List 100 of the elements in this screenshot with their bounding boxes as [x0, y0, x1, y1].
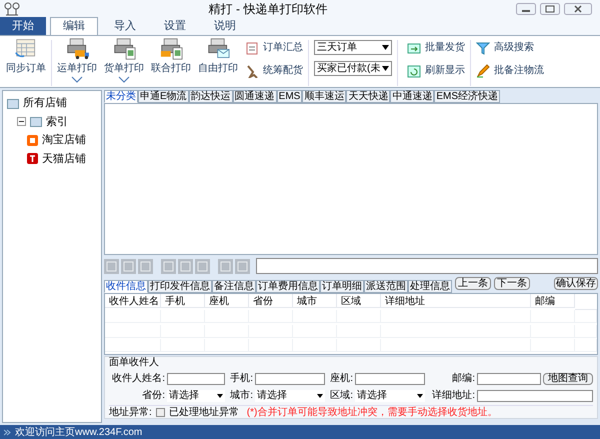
- column-header: 详细地址: [381, 294, 531, 308]
- dropdown-arrow-icon: [382, 66, 390, 71]
- window-title: 精打 - 快递单打印软件: [208, 0, 328, 18]
- dropdown-arrow-icon: [317, 394, 323, 398]
- field-label: 省份:: [141, 388, 165, 403]
- ribbon-tab[interactable]: 说明: [202, 17, 248, 35]
- map-search-button[interactable]: 地图查询: [543, 372, 593, 384]
- tab[interactable]: 订单费用信息: [256, 280, 320, 293]
- ribbon-button[interactable]: 运单打印: [55, 36, 99, 76]
- ribbon-tab[interactable]: 导入: [102, 17, 148, 35]
- tab[interactable]: 天天快递: [346, 90, 390, 103]
- column-header: 城市: [293, 294, 337, 308]
- table-cell: [337, 339, 381, 352]
- ribbon-tab[interactable]: 设置: [152, 17, 198, 35]
- close-icon[interactable]: [564, 2, 592, 14]
- ribbon-button[interactable]: 联合打印: [149, 36, 193, 76]
- printer-icon: [158, 38, 184, 60]
- dropdown-arrow-icon: [217, 394, 223, 398]
- table-cell: [531, 310, 575, 323]
- tab[interactable]: 收件信息: [104, 280, 148, 293]
- chevron-down-icon[interactable]: [71, 76, 83, 83]
- disabled-button-icon: [195, 258, 210, 274]
- field-label: 手机:: [229, 372, 253, 386]
- dropdown[interactable]: 请选择: [255, 390, 325, 402]
- input-field[interactable]: [256, 258, 598, 274]
- table-cell: [575, 339, 597, 352]
- table-cell: [249, 339, 293, 352]
- start-menu-button[interactable]: 开始: [0, 17, 46, 35]
- field-label: 收件人姓名:: [111, 372, 165, 386]
- dropdown-arrow-icon: [382, 45, 389, 50]
- checkbox[interactable]: [156, 408, 165, 417]
- maximize-icon[interactable]: [540, 2, 560, 14]
- ribbon-button[interactable]: 货单打印: [102, 36, 146, 76]
- disabled-button-icon: [235, 258, 250, 274]
- tree-item[interactable]: 索引: [46, 114, 68, 130]
- input-field[interactable]: [255, 372, 325, 384]
- tree-item[interactable]: 所有店铺: [23, 95, 67, 112]
- nav-button[interactable]: 上一条: [455, 277, 491, 290]
- column-header: 收件人姓名: [105, 294, 161, 308]
- collapse-icon[interactable]: [17, 117, 26, 126]
- shop-badge-icon: [27, 134, 38, 146]
- dropdown[interactable]: 请选择: [355, 390, 425, 402]
- tab[interactable]: 订单明细: [320, 280, 364, 293]
- table-cell: [205, 339, 249, 352]
- table-cell: [337, 310, 381, 323]
- save-button[interactable]: 确认保存: [554, 277, 598, 290]
- chevron-down-icon[interactable]: [118, 76, 130, 83]
- tab[interactable]: 打印发件信息: [148, 280, 212, 293]
- dropdown[interactable]: 请选择: [167, 390, 225, 402]
- group-title: 面单收件人: [109, 357, 160, 369]
- tab[interactable]: 未分类: [104, 90, 138, 103]
- tab[interactable]: 派送范围: [364, 280, 408, 293]
- dropdown-arrow-icon: [417, 394, 423, 398]
- tab[interactable]: 处理信息: [408, 280, 452, 293]
- table-cell: [531, 339, 575, 352]
- ribbon-tab[interactable]: 编辑: [50, 17, 98, 35]
- table-cell: [205, 310, 249, 323]
- checkbox-label[interactable]: 已处理地址异常: [168, 405, 239, 420]
- tab[interactable]: 顺丰速运: [302, 90, 346, 103]
- dropdown[interactable]: 三天订单: [314, 40, 392, 55]
- ribbon-link[interactable]: 批量发货: [407, 40, 465, 55]
- tab[interactable]: 备注信息: [212, 280, 256, 293]
- input-field[interactable]: [355, 372, 425, 384]
- disabled-button-icon: [121, 258, 136, 274]
- ribbon-button[interactable]: 同步订单: [4, 36, 48, 76]
- nav-button[interactable]: 下一条: [494, 277, 530, 290]
- input-field[interactable]: [167, 372, 225, 384]
- field-label: 邮编:: [451, 372, 475, 386]
- ribbon-link[interactable]: 批备注物流: [476, 63, 544, 78]
- table-cell: [105, 339, 161, 352]
- tree-item[interactable]: 淘宝店铺: [42, 132, 86, 148]
- input-field[interactable]: [477, 390, 593, 402]
- column-header: 省份: [249, 294, 293, 308]
- input-field[interactable]: [477, 372, 541, 384]
- tree-item[interactable]: 天猫店铺: [42, 150, 86, 167]
- dropdown[interactable]: 买家已付款(未: [314, 61, 392, 76]
- tab[interactable]: EMS: [276, 90, 302, 103]
- column-header: 手机: [161, 294, 205, 308]
- tab[interactable]: 申通E物流: [138, 90, 189, 103]
- refresh-icon: [407, 64, 421, 78]
- tab[interactable]: 中通速递: [390, 90, 434, 103]
- ribbon-link[interactable]: 刷新显示: [407, 63, 465, 78]
- ribbon-link[interactable]: 订单汇总: [245, 40, 303, 55]
- tab[interactable]: 韵达快运: [188, 90, 233, 103]
- app-logo-icon: [4, 2, 20, 16]
- disabled-button-icon: [218, 258, 233, 274]
- disabled-button-icon: [138, 258, 153, 274]
- shop-badge-icon: [27, 153, 38, 164]
- tab[interactable]: 圆通速递: [232, 90, 277, 103]
- table-cell: [293, 310, 337, 323]
- field-label: 座机:: [329, 372, 353, 386]
- ribbon-link[interactable]: 高级搜索: [476, 40, 544, 55]
- warning-text: (*)合并订单可能导致地址冲突，需要手动选择收货地址。: [246, 406, 498, 420]
- ribbon-button[interactable]: 自由打印: [196, 36, 240, 76]
- minimize-icon[interactable]: [516, 2, 536, 14]
- table-cell: [105, 310, 161, 323]
- ribbon-link[interactable]: 统筹配货: [245, 63, 303, 78]
- table-cell: [575, 310, 597, 323]
- disabled-button-icon: [161, 258, 176, 274]
- tab[interactable]: EMS经济快递: [434, 90, 500, 103]
